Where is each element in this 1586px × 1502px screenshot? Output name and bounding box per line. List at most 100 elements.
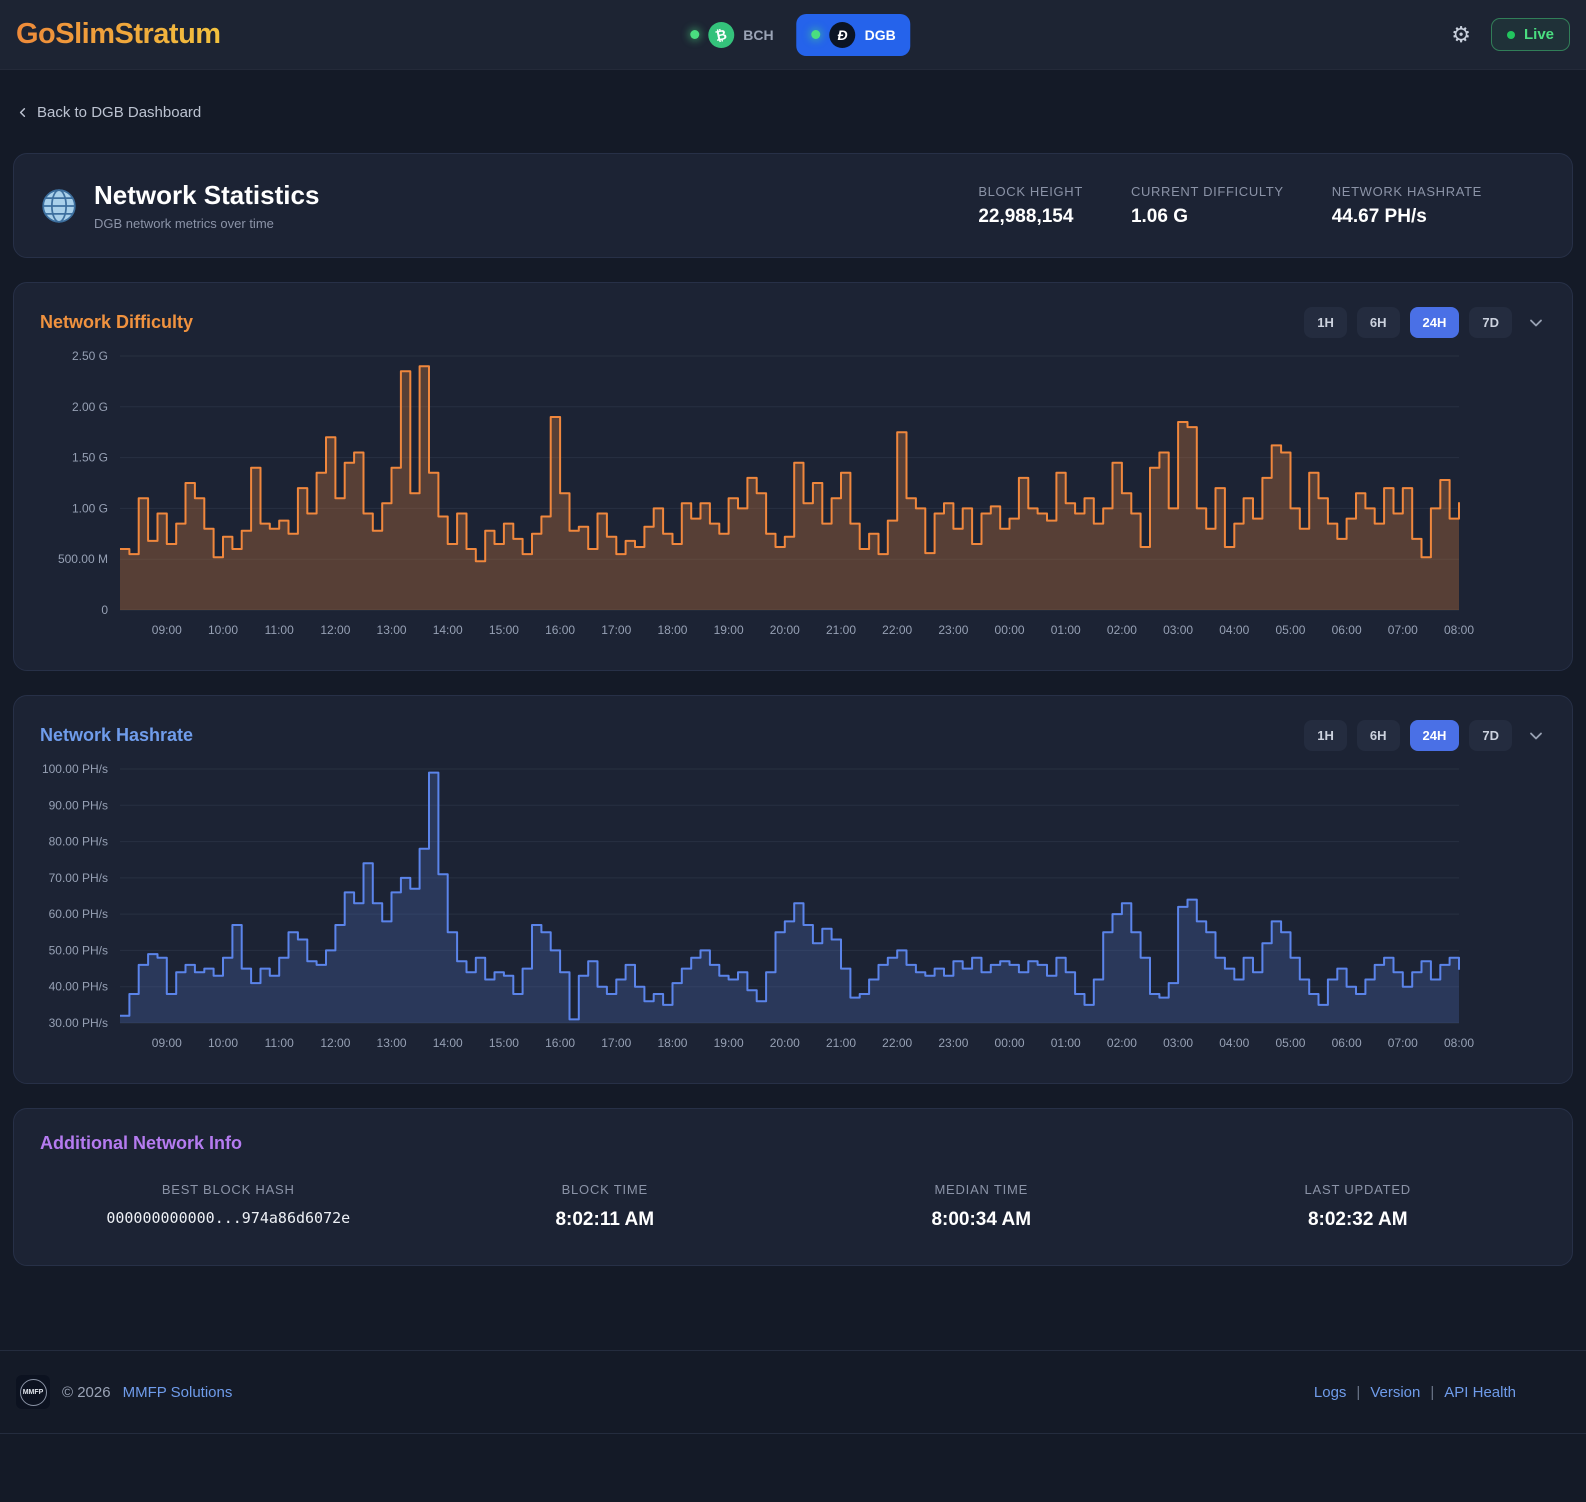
live-dot-icon [1506,30,1515,39]
svg-text:20:00: 20:00 [770,623,800,637]
logs-link[interactable]: Logs [1314,1384,1347,1401]
bch-status-dot [690,30,700,39]
back-to-dashboard-link[interactable]: Back to DGB Dashboard [15,104,201,121]
network-statistics-panel: Network Statistics DGB network metrics o… [13,153,1573,258]
svg-text:80.00 PH/s: 80.00 PH/s [49,835,108,849]
version-link[interactable]: Version [1370,1384,1420,1401]
range-button-1h[interactable]: 1H [1304,720,1347,751]
range-button-24h[interactable]: 24H [1409,307,1460,338]
range-button-6h[interactable]: 6H [1356,720,1400,751]
svg-text:05:00: 05:00 [1275,1036,1305,1050]
svg-text:60.00 PH/s: 60.00 PH/s [49,907,108,921]
svg-text:01:00: 01:00 [1051,623,1081,637]
additional-info-title: Additional Network Info [40,1133,242,1153]
svg-text:09:00: 09:00 [152,1036,182,1050]
svg-text:50.00 PH/s: 50.00 PH/s [49,943,108,957]
dgb-coin-icon: Đ [829,21,856,48]
svg-text:16:00: 16:00 [545,623,575,637]
hashrate-chart-title: Network Hashrate [40,725,194,745]
info-last-updated: LAST UPDATED 8:02:32 AM [1170,1182,1547,1231]
stats-summary: BLOCK HEIGHT 22,988,154 CURRENT DIFFICUL… [978,184,1546,228]
svg-text:06:00: 06:00 [1332,1036,1362,1050]
svg-text:04:00: 04:00 [1219,1036,1249,1050]
network-difficulty-panel: Network Difficulty 1H 6H 24H 7D 0 500.00 … [13,282,1573,671]
chevron-down-icon[interactable] [1526,726,1546,746]
svg-text:08:00: 08:00 [1444,623,1474,637]
app-footer: MMFP © 2026 MMFP Solutions Logs | Versio… [0,1350,1586,1434]
info-label: BLOCK TIME [561,1182,648,1197]
svg-text:13:00: 13:00 [377,1036,407,1050]
bch-coin-icon: ₿ [708,21,735,48]
svg-text:08:00: 08:00 [1444,1036,1474,1050]
coin-tab-dgb[interactable]: Đ DGB [796,13,911,56]
stat-value: 44.67 PH/s [1331,205,1427,227]
range-button-7d[interactable]: 7D [1469,720,1512,751]
info-label: BEST BLOCK HASH [161,1182,295,1197]
difficulty-chart: 0 500.00 M 1.00 G 1.50 G 2.00 G 2.50 G 09:00 10… [40,346,1546,646]
info-median-time: MEDIAN TIME 8:00:34 AM [793,1182,1170,1231]
additional-network-info-panel: Additional Network Info BEST BLOCK HASH … [13,1108,1573,1266]
svg-text:00:00: 00:00 [995,1036,1025,1050]
brand-logo[interactable]: GoSlimStratum [16,18,221,51]
svg-text:18:00: 18:00 [657,623,687,637]
range-button-7d[interactable]: 7D [1469,307,1512,338]
svg-text:1.00 G: 1.00 G [72,501,108,515]
svg-text:40.00 PH/s: 40.00 PH/s [49,980,108,994]
link-separator: | [1356,1383,1361,1401]
svg-text:00:00: 00:00 [995,623,1025,637]
range-button-24h[interactable]: 24H [1409,720,1460,751]
chevron-down-icon[interactable] [1526,313,1546,333]
svg-text:03:00: 03:00 [1163,623,1193,637]
svg-text:21:00: 21:00 [826,623,856,637]
coin-switcher: ₿ BCH Đ DGB [675,13,911,56]
stat-label: NETWORK HASHRATE [1331,183,1482,199]
range-button-1h[interactable]: 1H [1304,307,1347,338]
info-value: 8:02:11 AM [555,1209,655,1230]
mmfp-logo: MMFP [16,1375,50,1409]
info-label: LAST UPDATED [1304,1182,1411,1197]
svg-text:22:00: 22:00 [882,623,912,637]
svg-text:70.00 PH/s: 70.00 PH/s [49,871,108,885]
svg-text:23:00: 23:00 [938,623,968,637]
svg-text:0: 0 [101,603,108,617]
settings-gear-icon[interactable]: ⚙ [1451,23,1471,46]
svg-text:90.00 PH/s: 90.00 PH/s [49,798,108,812]
svg-text:04:00: 04:00 [1219,623,1249,637]
stat-label: CURRENT DIFFICULTY [1130,183,1284,199]
live-status-badge: Live [1490,18,1570,51]
header-actions: ⚙ Live [1451,18,1570,51]
svg-text:30.00 PH/s: 30.00 PH/s [49,1016,108,1030]
svg-text:02:00: 02:00 [1107,623,1137,637]
app-header: GoSlimStratum ₿ BCH Đ DGB ⚙ Live [0,0,1586,70]
page-title: Network Statistics [94,180,320,210]
difficulty-chart-title: Network Difficulty [40,312,194,332]
svg-text:100.00 PH/s: 100.00 PH/s [42,762,108,776]
back-link-label: Back to DGB Dashboard [37,104,202,121]
difficulty-range-controls: 1H 6H 24H 7D [1304,307,1546,338]
svg-text:18:00: 18:00 [657,1036,687,1050]
range-button-6h[interactable]: 6H [1356,307,1400,338]
info-value: 8:00:34 AM [931,1209,1032,1230]
globe-icon [42,188,76,223]
api-health-link[interactable]: API Health [1444,1384,1516,1401]
svg-text:07:00: 07:00 [1388,1036,1418,1050]
svg-text:11:00: 11:00 [265,1036,294,1050]
svg-text:13:00: 13:00 [377,623,407,637]
info-value: 8:02:32 AM [1307,1209,1408,1230]
svg-text:12:00: 12:00 [320,623,350,637]
svg-text:03:00: 03:00 [1163,1036,1193,1050]
svg-text:05:00: 05:00 [1275,623,1305,637]
live-label: Live [1523,26,1554,43]
svg-text:17:00: 17:00 [601,623,631,637]
company-link[interactable]: MMFP Solutions [123,1384,233,1401]
svg-text:17:00: 17:00 [601,1036,631,1050]
stat-value: 1.06 G [1130,205,1188,227]
svg-text:21:00: 21:00 [826,1036,856,1050]
coin-tab-bch[interactable]: ₿ BCH [675,14,788,56]
svg-text:14:00: 14:00 [433,1036,463,1050]
stat-label: BLOCK HEIGHT [978,183,1083,199]
svg-text:15:00: 15:00 [489,1036,519,1050]
page-subtitle: DGB network metrics over time [94,216,274,231]
svg-text:06:00: 06:00 [1332,623,1362,637]
info-value: 000000000000...974a86d6072e [106,1209,351,1227]
